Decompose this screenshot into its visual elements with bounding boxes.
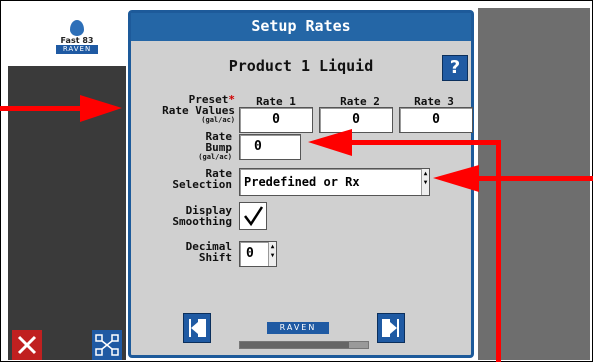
bump-unit: (gal/ac) bbox=[198, 153, 232, 161]
decimal-shift-label: Decimal Shift bbox=[131, 241, 232, 263]
rate-bump-label: Rate Bump (gal/ac) bbox=[131, 131, 232, 161]
annotation-arrow-bump-vertical bbox=[496, 140, 501, 362]
annotation-arrow-bump-shaft bbox=[350, 140, 501, 145]
decimal-shift-value: 0 bbox=[246, 246, 254, 261]
back-arrow-icon bbox=[189, 319, 206, 337]
raven-badge: RAVEN bbox=[267, 322, 329, 334]
help-button[interactable]: ? bbox=[442, 55, 468, 81]
rate-bump-input[interactable]: 0 bbox=[239, 134, 301, 160]
right-panel bbox=[478, 8, 590, 360]
grid-map-icon bbox=[95, 334, 119, 356]
product-title: Product 1 Liquid bbox=[228, 57, 374, 75]
logo-area: Fast 83 RAVEN bbox=[8, 8, 126, 66]
selection-label-line2: Selection bbox=[172, 178, 232, 191]
cancel-button[interactable] bbox=[12, 330, 42, 360]
checkmark-icon bbox=[244, 206, 264, 227]
decimal-label-line2: Shift bbox=[198, 251, 232, 264]
preset-unit: (gal/ac) bbox=[201, 116, 235, 124]
annotation-arrow-selection-head bbox=[433, 165, 479, 192]
rate-selection-value: Predefined or Rx bbox=[244, 175, 360, 189]
logo-line1: Fast 83 bbox=[60, 36, 94, 45]
logo-line2: RAVEN bbox=[56, 45, 98, 54]
next-button[interactable] bbox=[377, 313, 405, 343]
dropdown-spinner-icon[interactable]: ▲ ▼ bbox=[421, 169, 429, 195]
display-smoothing-label: Display Smoothing bbox=[131, 205, 232, 227]
rate-1-input[interactable]: 0 bbox=[239, 107, 313, 133]
display-smoothing-checkbox[interactable] bbox=[239, 202, 267, 230]
back-button[interactable] bbox=[183, 313, 211, 343]
annotation-arrow-bump-head bbox=[308, 129, 352, 156]
progress-fill bbox=[240, 342, 349, 348]
setup-rates-dialog: Setup Rates Product 1 Liquid ? Rate 1 Ra… bbox=[128, 10, 474, 358]
map-button[interactable] bbox=[92, 330, 122, 360]
preset-rate-label: Preset* Rate Values (gal/ac) bbox=[131, 94, 235, 124]
stepper-arrows-icon[interactable]: ▲ ▼ bbox=[268, 242, 276, 266]
rate-selection-dropdown[interactable]: Predefined or Rx ▲ ▼ bbox=[239, 168, 430, 196]
annotation-arrow-selection-shaft bbox=[478, 176, 593, 181]
annotation-arrow-preset-shaft bbox=[0, 106, 82, 111]
rate-3-input[interactable]: 0 bbox=[399, 107, 473, 133]
decimal-shift-stepper[interactable]: 0 ▲ ▼ bbox=[239, 241, 277, 267]
next-arrow-icon bbox=[382, 319, 399, 337]
droplet-icon bbox=[70, 20, 84, 36]
smoothing-label-line2: Smoothing bbox=[172, 215, 232, 228]
annotation-arrow-preset-head bbox=[80, 95, 122, 122]
page-progress-bar bbox=[239, 341, 369, 349]
dialog-title: Setup Rates bbox=[131, 13, 471, 41]
close-icon bbox=[17, 335, 37, 355]
fast83-logo: Fast 83 RAVEN bbox=[56, 20, 98, 64]
rate-selection-label: Rate Selection bbox=[131, 168, 232, 190]
